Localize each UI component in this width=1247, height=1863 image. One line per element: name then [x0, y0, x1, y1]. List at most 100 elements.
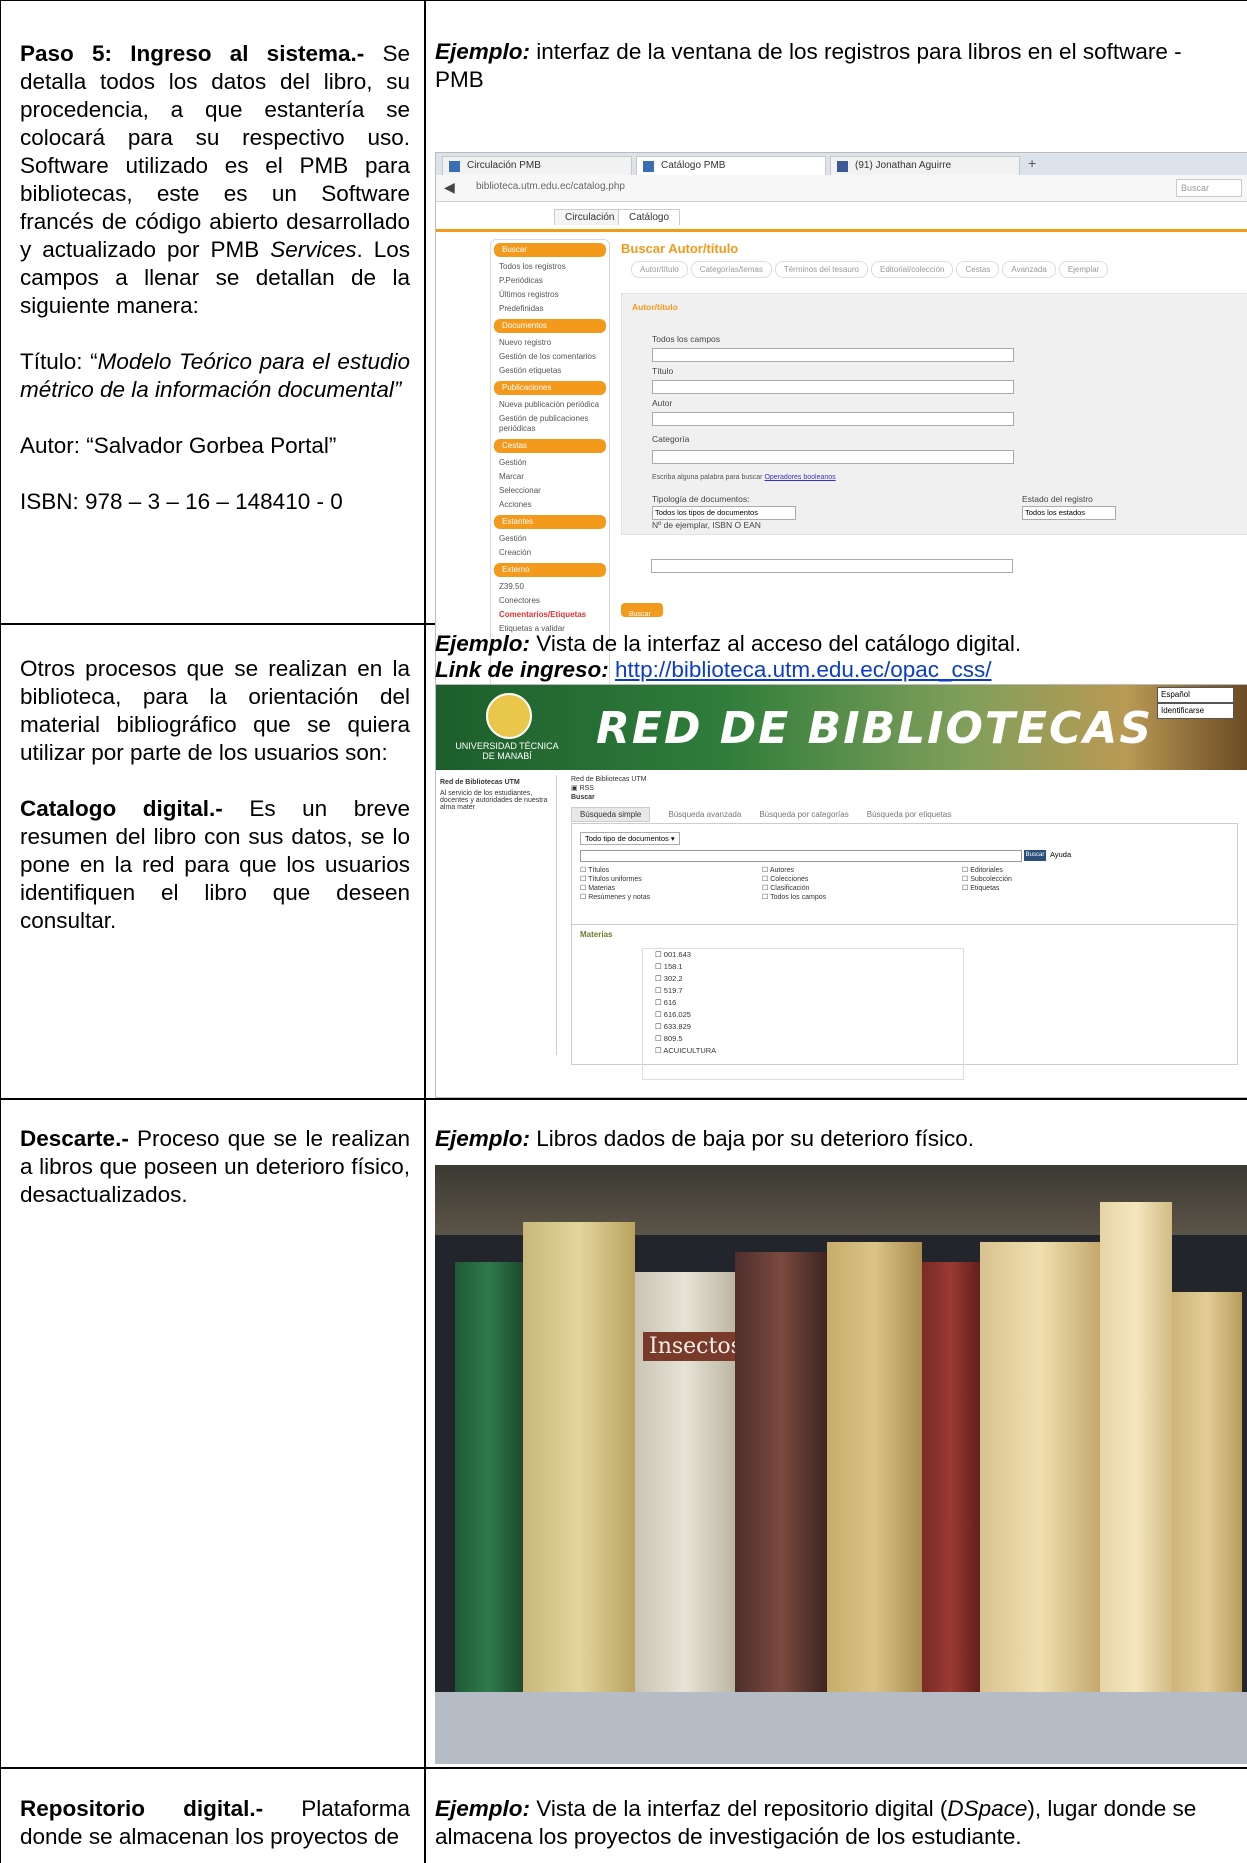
subtab[interactable]: Editorial/colección	[870, 261, 954, 278]
search-field-checkbox[interactable]: ☐ Etiquetas	[962, 884, 1012, 893]
sidebar-item[interactable]: Gestión etiquetas	[491, 364, 609, 378]
materia-item[interactable]: ☐ 001.643	[655, 949, 963, 961]
search-field-checkbox[interactable]: ☐ Subcolección	[962, 875, 1012, 884]
materia-item[interactable]: ☐ 158.1	[655, 961, 963, 973]
materia-item[interactable]: ☐ 633.829	[655, 1021, 963, 1033]
opac-tab[interactable]: Búsqueda por categorías	[759, 810, 848, 819]
favicon-icon	[449, 161, 460, 172]
browser-search-input[interactable]: Buscar	[1176, 179, 1242, 197]
sidebar-item[interactable]: Gestión	[491, 456, 609, 470]
row4-right-caption: Ejemplo: Vista de la interfaz del reposi…	[435, 1795, 1205, 1851]
sidebar-item[interactable]: P.Periódicas	[491, 274, 609, 288]
opac-tab[interactable]: Búsqueda por etiquetas	[867, 810, 952, 819]
subtab[interactable]: Términos del tesauro	[774, 261, 868, 278]
paso5-heading: Paso 5: Ingreso al sistema.-	[20, 41, 365, 66]
search-field-checkbox[interactable]: ☐ Títulos	[580, 866, 650, 875]
opac-link[interactable]: http://biblioteca.utm.edu.ec/opac_css/	[615, 657, 991, 682]
categoria-input[interactable]	[652, 450, 1014, 464]
opac-banner: UNIVERSIDAD TÉCNICA DE MANABÍ RED DE BIB…	[436, 685, 1247, 770]
sidebar-section-header[interactable]: Publicaciones	[494, 381, 606, 395]
sidebar-item[interactable]: Últimos registros	[491, 288, 609, 302]
titulo-input[interactable]	[652, 380, 1014, 394]
tab-circulacion[interactable]: Circulación	[554, 209, 626, 225]
sidebar-section-header[interactable]: Buscar	[494, 243, 606, 257]
sidebar-item[interactable]: Gestión de los comentarios	[491, 350, 609, 364]
estado-select[interactable]: Todos los estados	[1022, 506, 1116, 520]
search-field-checkbox[interactable]: ☐ Autores	[762, 866, 826, 875]
table-border-top	[0, 0, 1247, 1]
subtab[interactable]: Cestas	[956, 261, 1000, 278]
todos-campos-input[interactable]	[652, 348, 1014, 362]
back-arrow-icon[interactable]: ◀	[444, 179, 455, 196]
paso5-text: Se detalla todos los datos del libro, su…	[20, 41, 410, 262]
opac-search-input[interactable]	[580, 850, 1022, 862]
ejemplo-text: Vista de la interfaz al acceso del catál…	[530, 631, 1022, 656]
materia-item[interactable]: ☐ 809.5	[655, 1033, 963, 1045]
sidebar-item[interactable]: Nuevo registro	[491, 336, 609, 350]
subtab[interactable]: Autor/título	[631, 261, 688, 278]
favicon-icon	[643, 161, 654, 172]
subtab[interactable]: Avanzada	[1002, 261, 1056, 278]
new-tab-icon[interactable]: +	[1028, 155, 1036, 171]
materia-item[interactable]: ☐ 519.7	[655, 985, 963, 997]
sidebar-item[interactable]: Predefinidas	[491, 302, 609, 316]
sidebar-item[interactable]: Comentarios/Etiquetas	[491, 608, 609, 622]
opac-breadcrumb: Red de Bibliotecas UTM ▣ RSS Buscar	[571, 776, 647, 801]
field-label: Autor	[652, 398, 673, 408]
sidebar-item[interactable]: Conectores	[491, 594, 609, 608]
browser-tab-circulacion[interactable]: Circulación PMB	[442, 156, 632, 175]
rss-icon[interactable]: ▣	[571, 785, 580, 792]
doc-type-select[interactable]: Todo tipo de documentos ▾	[580, 832, 680, 845]
sidebar-section-header[interactable]: Externo	[494, 563, 606, 577]
boolean-link[interactable]: Operadores booleanos	[764, 474, 835, 481]
login-field[interactable]: Identificarse	[1157, 703, 1234, 719]
sidebar-section-header[interactable]: Documentos	[494, 319, 606, 333]
sidebar-item[interactable]: Marcar	[491, 470, 609, 484]
search-field-checkbox[interactable]: ☐ Colecciones	[762, 875, 826, 884]
titulo-label: Título: “	[20, 349, 98, 374]
opac-search-button[interactable]: Buscar	[1024, 850, 1046, 861]
search-field-checkbox[interactable]: ☐ Títulos uniformes	[580, 875, 650, 884]
sidebar-section-header[interactable]: Cestas	[494, 439, 606, 453]
document-table: Paso 5: Ingreso al sistema.- Se detalla …	[0, 0, 1247, 1863]
pmb-page-title: Buscar Autor/título	[621, 241, 739, 256]
help-link[interactable]: Ayuda	[1050, 850, 1071, 859]
url-text[interactable]: biblioteca.utm.edu.ec/catalog.php	[476, 181, 625, 192]
search-field-checkbox[interactable]: ☐ Todos los campos	[762, 893, 826, 902]
search-field-checkbox[interactable]: ☐ Materias	[580, 884, 650, 893]
sidebar-item[interactable]: Seleccionar	[491, 484, 609, 498]
search-field-checkbox[interactable]: ☐ Resúmenes y notas	[580, 893, 650, 902]
ejemplar-input[interactable]	[651, 559, 1013, 573]
paso5-italic: Services	[270, 237, 357, 262]
sidebar-item[interactable]: Gestión	[491, 532, 609, 546]
materia-item[interactable]: ☐ 616.025	[655, 1009, 963, 1021]
sidebar-item[interactable]: Gestión de publicaciones periódicas	[491, 412, 609, 436]
buscar-button[interactable]: Buscar	[621, 603, 663, 618]
sidebar-item[interactable]: Todos los registros	[491, 260, 609, 274]
browser-tab-catalogo[interactable]: Catálogo PMB	[636, 156, 826, 175]
sidebar-item[interactable]: Z39.50	[491, 580, 609, 594]
opac-tab[interactable]: Búsqueda simple	[571, 807, 651, 822]
sidebar-item[interactable]: Nueva publicación periódica	[491, 398, 609, 412]
opac-tab[interactable]: Búsqueda avanzada	[668, 810, 741, 819]
pmb-search-panel: Autor/título Todos los campos Título Aut…	[621, 293, 1247, 535]
opac-search-box: Todo tipo de documentos ▾ Buscar Ayuda ☐…	[571, 823, 1238, 1080]
language-select[interactable]: Español	[1157, 687, 1234, 703]
subtab[interactable]: Ejemplar	[1058, 261, 1109, 278]
sidebar-item[interactable]: Creación	[491, 546, 609, 560]
tipologia-select[interactable]: Todos los tipos de documentos	[652, 506, 796, 520]
subtab[interactable]: Categorías/temas	[690, 261, 772, 278]
browser-tab-facebook[interactable]: (91) Jonathan Aguirre	[830, 156, 1020, 175]
materia-item[interactable]: ☐ 616	[655, 997, 963, 1009]
materia-item[interactable]: ☐ ACUICULTURA	[655, 1045, 963, 1057]
ejemplo-label: Ejemplo:	[435, 1126, 531, 1151]
checkbox-group-3: ☐ Editoriales ☐ Subcolección ☐ Etiquetas	[962, 866, 1012, 893]
autor-input[interactable]	[652, 412, 1014, 426]
materia-item[interactable]: ☐ 302.2	[655, 973, 963, 985]
search-field-checkbox[interactable]: ☐ Editoriales	[962, 866, 1012, 875]
sidebar-section-header[interactable]: Estantes	[494, 515, 606, 529]
tab-catalogo[interactable]: Catálogo	[618, 209, 681, 225]
book-yellow	[523, 1222, 635, 1692]
sidebar-item[interactable]: Acciones	[491, 498, 609, 512]
search-field-checkbox[interactable]: ☐ Clasificación	[762, 884, 826, 893]
